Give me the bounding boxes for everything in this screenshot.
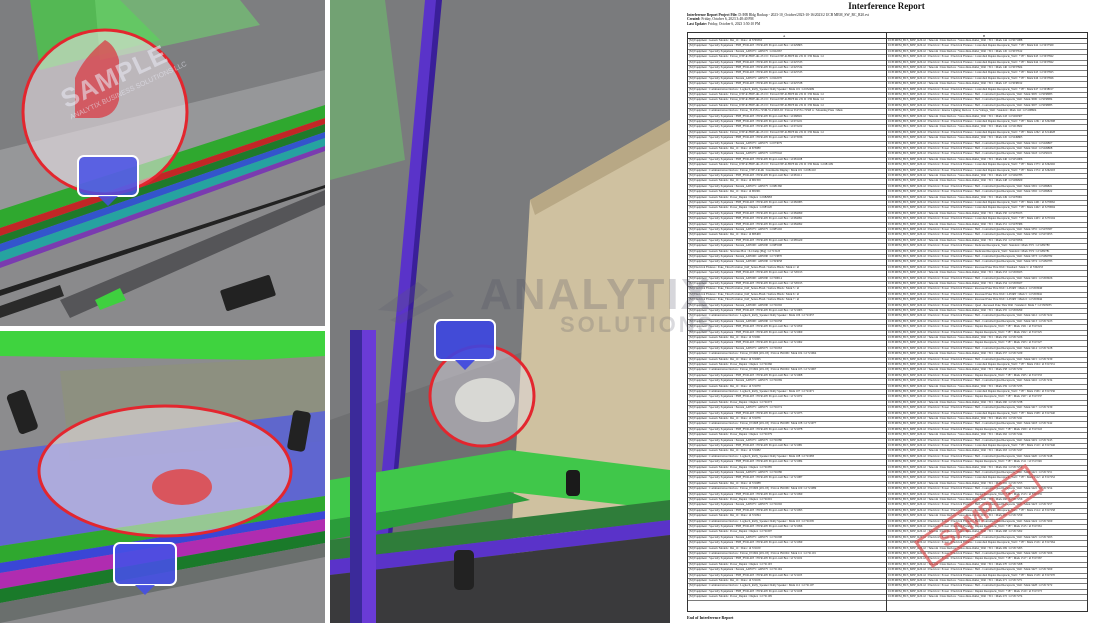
clash-highlight-ring [37,404,293,538]
interference-table: A B [M] Equipment : Generic Models : Dat… [687,32,1088,612]
clash-view-top-left[interactable]: SAMPLE ANALYTIX BUSINESS SOLUTIONS LLC [0,0,325,326]
table-row: [M] Equipment : Generic Models : Power_D… [688,594,1087,601]
viewport-3d-scene[interactable] [0,0,325,326]
report-end-text: End of Interference Report [687,615,734,620]
clash-view-bottom-left[interactable] [0,331,325,623]
report-title: Interference Report [848,1,925,11]
clash-marker-balloon [434,319,496,361]
column-header-a: A [783,33,786,38]
viewport-3d-scene[interactable] [330,0,670,623]
interference-report-panel[interactable]: Interference Report Interference Report … [673,0,1100,623]
report-meta: Interference Report Project File: D:\HB … [687,13,870,26]
viewport-3d-scene[interactable] [0,331,325,623]
clash-marker-balloon [77,155,139,197]
clash-marker-balloon [113,542,177,586]
clash-view-center[interactable] [330,0,670,623]
table-cell-a: [M] Equipment : Generic Models : Power_D… [689,594,772,599]
table-cell-b: UCB MEM_BCS_MEP_R20.rvt : Telecom : Data… [888,594,1023,599]
interference-report: Interference Report Interference Report … [673,0,1100,623]
column-header-b: B [983,33,986,38]
